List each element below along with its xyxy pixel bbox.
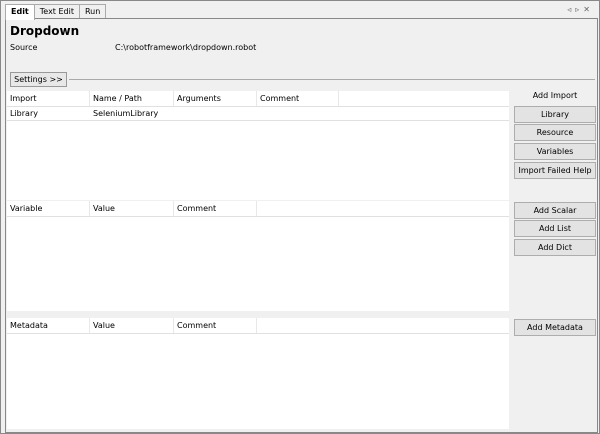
- tab-nav: ◃▹✕: [567, 5, 594, 14]
- add-scalar-button[interactable]: Add Scalar: [514, 202, 596, 219]
- add-import-label: Add Import: [532, 91, 578, 100]
- editor-window: Edit Text Edit Run ◃▹✕ Dropdown Source C…: [0, 0, 600, 434]
- divider: [69, 79, 595, 80]
- source-path: C:\robotframework\dropdown.robot: [115, 43, 257, 52]
- source-label: Source: [10, 43, 38, 52]
- variable-table[interactable]: Variable Value Comment: [7, 201, 509, 311]
- table-row[interactable]: Library SeleniumLibrary: [7, 107, 509, 121]
- import-table[interactable]: Import Name / Path Arguments Comment Lib…: [7, 91, 509, 200]
- close-icon[interactable]: ✕: [583, 5, 594, 14]
- page-title: Dropdown: [10, 24, 80, 38]
- column-header: Metadata: [7, 318, 90, 333]
- column-header: Name / Path: [90, 91, 174, 106]
- add-list-button[interactable]: Add List: [514, 220, 596, 237]
- tab-text-edit[interactable]: Text Edit: [33, 4, 80, 19]
- cell[interactable]: SeleniumLibrary: [90, 107, 158, 120]
- tab-bar: Edit Text Edit Run: [5, 4, 107, 20]
- resource-button[interactable]: Resource: [514, 124, 596, 141]
- column-header: Comment: [174, 318, 257, 333]
- settings-button[interactable]: Settings >>: [10, 72, 67, 87]
- tab-run[interactable]: Run: [78, 4, 107, 19]
- edit-panel: Dropdown Source C:\robotframework\dropdo…: [5, 18, 598, 433]
- column-header: Comment: [174, 201, 257, 216]
- cell[interactable]: Library: [7, 107, 38, 120]
- import-failed-help-button[interactable]: Import Failed Help: [514, 162, 596, 179]
- table-header: Metadata Value Comment: [7, 318, 509, 334]
- column-header: Value: [90, 201, 174, 216]
- tab-edit[interactable]: Edit: [5, 4, 35, 20]
- column-header: Import: [7, 91, 90, 106]
- add-dict-button[interactable]: Add Dict: [514, 239, 596, 256]
- variables-button[interactable]: Variables: [514, 143, 596, 160]
- column-header: Arguments: [174, 91, 257, 106]
- column-header: Variable: [7, 201, 90, 216]
- library-button[interactable]: Library: [514, 106, 596, 123]
- table-header: Import Name / Path Arguments Comment: [7, 91, 509, 107]
- add-metadata-button[interactable]: Add Metadata: [514, 319, 596, 336]
- column-header: Value: [90, 318, 174, 333]
- metadata-table[interactable]: Metadata Value Comment: [7, 318, 509, 429]
- column-header: Comment: [257, 91, 339, 106]
- table-header: Variable Value Comment: [7, 201, 509, 217]
